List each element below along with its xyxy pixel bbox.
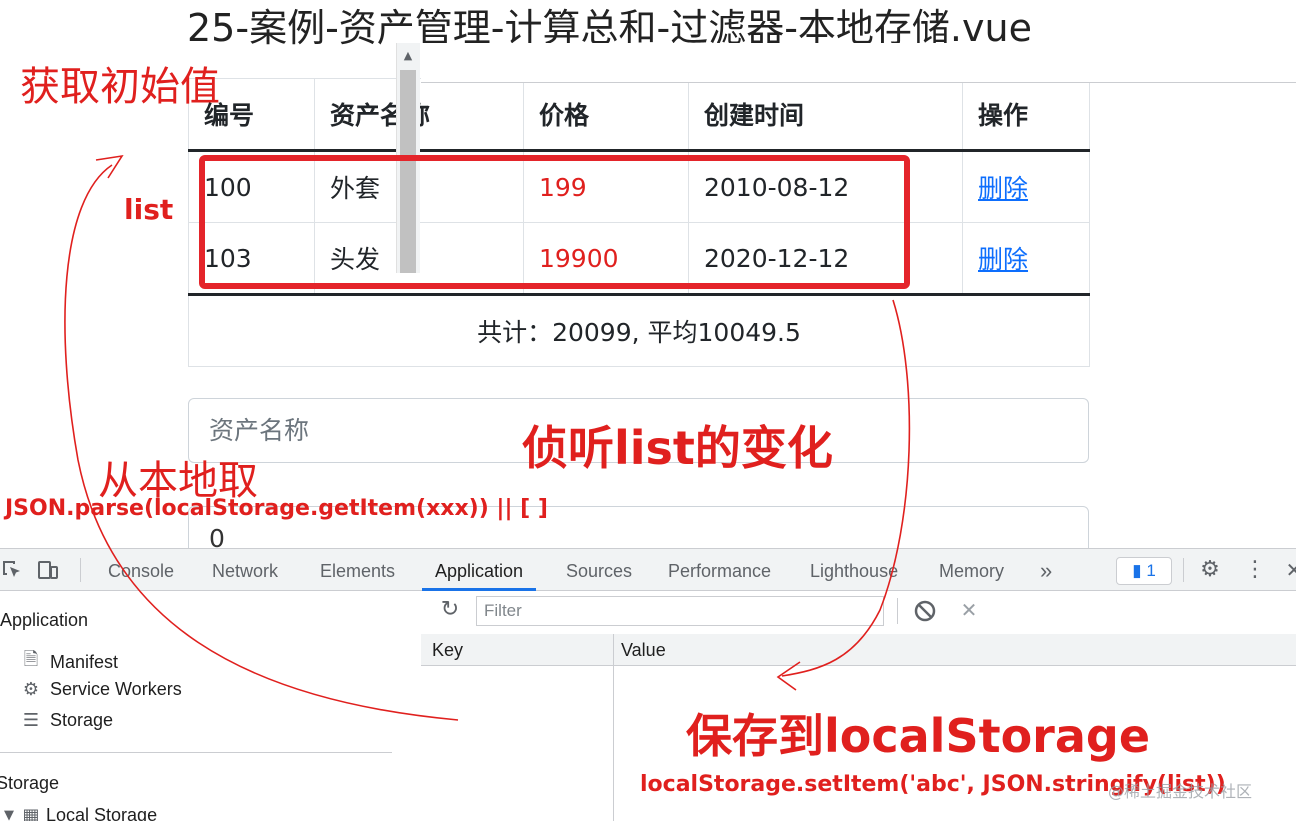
cell-action: 删除 [962, 150, 1090, 223]
kebab-menu-icon[interactable]: ⋮ [1243, 558, 1267, 582]
sidebar-section-application[interactable]: Application [0, 610, 88, 631]
annotation-save-local: 保存到localStorage [686, 709, 1151, 763]
column-header-action: 操作 [962, 78, 1090, 152]
arrow-load-head [95, 154, 124, 179]
grid-column-divider [613, 634, 614, 821]
toolbar-divider [897, 598, 898, 624]
table-header-row: 编号 资产名称 价格 创建时间 操作 [188, 78, 1090, 152]
column-header-value[interactable]: Value [621, 640, 666, 661]
sidebar-item-local-storage[interactable]: ▼ ▦ Local Storage [2, 805, 157, 821]
scroll-up-arrow-icon[interactable]: ▲ [400, 48, 416, 64]
refresh-icon[interactable]: ↻ [437, 597, 463, 623]
more-tabs-button[interactable]: » [1040, 549, 1052, 591]
toolbar-divider [80, 558, 81, 582]
cell-action: 删除 [962, 222, 1090, 296]
delete-selected-icon[interactable]: ✕ [956, 597, 982, 623]
tab-application[interactable]: Application [422, 549, 537, 591]
clear-all-icon[interactable] [912, 598, 938, 624]
storage-toolbar [421, 43, 1296, 83]
application-sidebar: Application 🗎 Manifest ⚙ Service Workers… [0, 592, 396, 821]
tab-lighthouse[interactable]: Lighthouse [810, 549, 898, 591]
expand-triangle-icon[interactable]: ▼ [2, 808, 16, 821]
annotation-parse-code: JSON.parse(localStorage.getItem(xxx)) ||… [5, 496, 548, 521]
database-icon: ☰ [22, 710, 40, 731]
storage-grid-header: Key Value [421, 634, 1296, 666]
inspect-element-icon[interactable] [0, 558, 24, 582]
annotation-list-label: list [124, 193, 174, 226]
sidebar-divider [0, 752, 392, 753]
sidebar-section-storage[interactable]: Storage [0, 773, 59, 794]
list-highlight-box [199, 155, 910, 289]
tab-console[interactable]: Console [108, 549, 174, 591]
issues-count: 1 [1146, 561, 1156, 580]
toolbar-divider [1183, 558, 1184, 582]
sidebar-item-label: Service Workers [50, 679, 182, 699]
filter-input[interactable] [477, 597, 883, 625]
watermark-text: @稀土掘金技术社区 [1108, 782, 1253, 801]
annotation-watch-list: 侦听list的变化 [522, 421, 833, 475]
sidebar-item-label: Storage [50, 710, 114, 730]
tab-network[interactable]: Network [212, 549, 278, 591]
gear-icon: ⚙ [22, 679, 40, 700]
table-grid-icon: ▦ [22, 805, 40, 821]
tab-memory[interactable]: Memory [939, 549, 1004, 591]
sidebar-item-service-workers[interactable]: ⚙ Service Workers [20, 679, 182, 700]
column-header-time: 创建时间 [688, 78, 963, 152]
column-header-key[interactable]: Key [432, 640, 463, 661]
delete-link[interactable]: 删除 [978, 174, 1028, 203]
filter-field [476, 596, 884, 626]
close-icon[interactable]: ✕ [1282, 558, 1296, 582]
tab-performance[interactable]: Performance [668, 549, 771, 591]
sidebar-item-storage[interactable]: ☰ Storage [20, 710, 113, 731]
settings-gear-icon[interactable]: ⚙ [1198, 558, 1222, 582]
device-toggle-icon[interactable] [36, 558, 60, 582]
delete-link[interactable]: 删除 [978, 245, 1028, 274]
summary-row: 共计：20099, 平均10049.5 [188, 294, 1090, 367]
file-icon: 🗎 [23, 649, 39, 670]
tab-elements[interactable]: Elements [320, 549, 395, 591]
tab-sources[interactable]: Sources [566, 549, 632, 591]
summary-text: 共计：20099, 平均10049.5 [188, 294, 1090, 367]
message-icon: ▮ [1132, 561, 1142, 580]
sidebar-item-label: Local Storage [46, 805, 158, 821]
sidebar-item-label: Manifest [50, 651, 119, 672]
sidebar-item-manifest[interactable]: 🗎 Manifest [20, 647, 118, 677]
issues-badge[interactable]: ▮ 1 [1116, 557, 1172, 585]
column-header-price: 价格 [523, 78, 689, 152]
annotation-get-initial: 获取初始值 [20, 64, 220, 110]
devtools-tabbar: Console Network Elements Application Sou… [0, 549, 1296, 591]
